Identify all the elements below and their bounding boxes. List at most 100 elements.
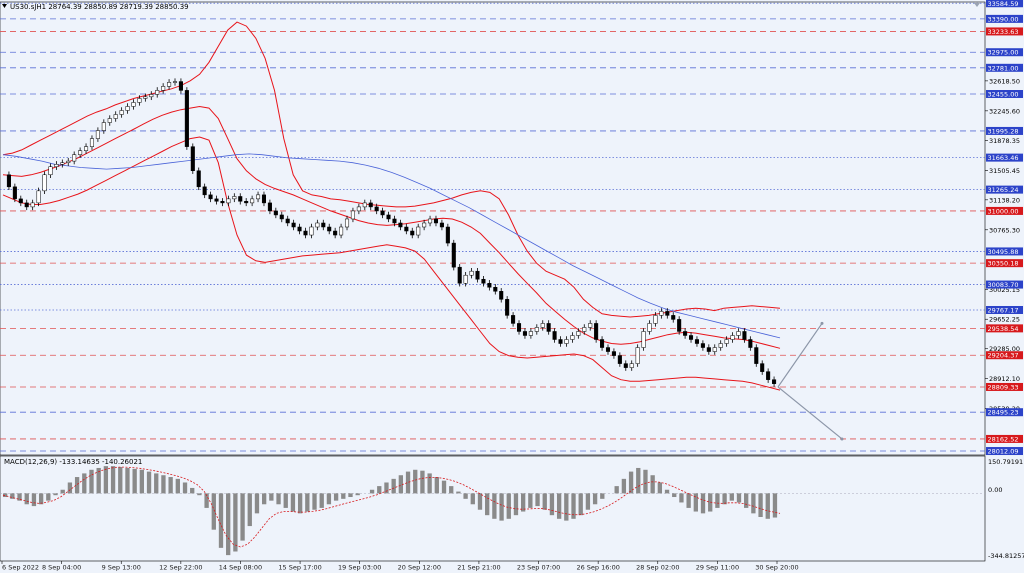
macd-bar-64 — [463, 493, 468, 499]
macd-bar-3 — [24, 493, 29, 505]
candle-body-5 — [30, 202, 35, 208]
macd-bar-58 — [420, 470, 425, 494]
price-tick-2: 31878.35 — [989, 137, 1020, 145]
candle-body-41 — [244, 201, 249, 204]
candle-body-16 — [95, 130, 100, 139]
macd-bar-53 — [384, 482, 389, 494]
macd-bar-41 — [297, 493, 303, 514]
candle-body-44 — [261, 194, 267, 204]
x-tick-11: 28 Sep 02:00 — [636, 564, 679, 572]
projection-arrow-head-1 — [840, 437, 844, 441]
level-tag-label-13: 29767.17 — [988, 306, 1019, 314]
candle-body-51 — [303, 230, 308, 236]
candle-body-90 — [534, 327, 539, 332]
candle-body-24 — [143, 96, 148, 99]
macd-bar-61 — [441, 480, 447, 494]
x-tick-6: 19 Sep 03:00 — [338, 564, 381, 572]
candle-body-11 — [66, 160, 71, 163]
candle-body-35 — [208, 194, 213, 200]
candle-body-123 — [730, 335, 735, 340]
macd-bar-9 — [67, 482, 73, 494]
candle-body-57 — [339, 226, 344, 236]
candle-body-73 — [433, 218, 439, 224]
candle-body-101 — [600, 339, 605, 348]
x-tick-8: 21 Sep 21:00 — [457, 564, 500, 572]
macd-bar-22 — [161, 475, 166, 494]
macd-bar-7 — [53, 493, 58, 496]
candle-body-98 — [582, 327, 587, 332]
macd-top-tick: 150.79191 — [988, 458, 1023, 466]
candle-body-86 — [511, 315, 516, 324]
level-tag-label-5: 32455.00 — [988, 91, 1019, 99]
candle-body-97 — [576, 331, 581, 336]
level-tag-label-17: 28495.23 — [988, 409, 1019, 417]
candle-body-15 — [89, 138, 94, 147]
candle-body-103 — [611, 351, 616, 356]
level-tag-label-4: 32781.00 — [988, 64, 1019, 72]
macd-bar-40 — [290, 493, 296, 512]
x-tick-9: 23 Sep 07:00 — [517, 564, 560, 572]
macd-bar-35 — [254, 493, 260, 514]
macd-bar-75 — [542, 493, 547, 510]
macd-bar-19 — [139, 469, 145, 494]
macd-bar-56 — [405, 471, 411, 494]
chart-svg[interactable]: 32618.50 32245.60 31878.35 31505.45 31138.20… — [0, 0, 1024, 573]
candle-body-45 — [267, 202, 272, 212]
candle-body-87 — [516, 323, 522, 332]
level-tag-label-16: 28809.33 — [988, 383, 1019, 391]
macd-bar-71 — [513, 493, 519, 516]
macd-bar-48 — [348, 493, 353, 498]
candle-body-89 — [528, 331, 533, 336]
candle-body-33 — [196, 170, 201, 188]
candle-body-126 — [748, 339, 753, 348]
level-tag-label-19: 28012.09 — [988, 448, 1019, 456]
candle-body-17 — [101, 122, 106, 131]
chart-area[interactable]: 32618.50 32245.60 31878.35 31505.45 31138.20… — [0, 0, 1024, 573]
macd-bar-20 — [146, 471, 152, 494]
candle-body-92 — [546, 323, 551, 332]
candle-body-34 — [202, 186, 207, 196]
candle-body-30 — [178, 81, 183, 91]
macd-bar-70 — [506, 493, 511, 519]
macd-bar-34 — [247, 493, 252, 527]
candle-body-47 — [279, 214, 284, 220]
candle-body-130 — [772, 379, 777, 384]
candle-body-117 — [694, 339, 699, 344]
candle-body-3 — [18, 198, 23, 204]
macd-label: MACD(12,26,9) -133.14635 -140.26021 — [4, 458, 142, 466]
candle-body-94 — [558, 339, 563, 344]
macd-bar-65 — [470, 493, 475, 505]
candle-body-56 — [333, 230, 338, 236]
macd-bar-8 — [60, 489, 65, 494]
candle-body-71 — [422, 222, 427, 228]
macd-bar-62 — [449, 486, 454, 494]
macd-bar-63 — [456, 491, 461, 494]
macd-bar-16 — [118, 467, 123, 494]
price-tick-7: 29652.25 — [989, 316, 1020, 324]
candle-body-84 — [499, 291, 504, 300]
candle-body-59 — [350, 210, 355, 220]
level-tag-label-6: 31995.28 — [988, 127, 1019, 135]
level-tag-label-9: 31000.00 — [988, 207, 1019, 215]
macd-bar-26 — [190, 487, 195, 494]
candle-body-37 — [220, 201, 225, 204]
candle-body-54 — [321, 222, 326, 228]
candle-body-61 — [362, 202, 367, 208]
macd-bar-60 — [434, 477, 439, 494]
macd-bar-101 — [729, 493, 734, 501]
macd-bar-54 — [391, 478, 396, 494]
macd-bar-37 — [269, 493, 274, 501]
candle-body-14 — [84, 146, 89, 151]
level-tag-label-7: 31663.46 — [988, 154, 1019, 162]
candle-body-129 — [766, 371, 771, 380]
macd-bar-66 — [477, 493, 483, 510]
candle-body-53 — [315, 222, 320, 228]
macd-bar-59 — [427, 473, 432, 494]
candle-body-100 — [594, 323, 599, 340]
candle-body-119 — [706, 347, 711, 352]
candle-body-7 — [42, 174, 47, 192]
macd-bar-5 — [38, 493, 44, 505]
macd-bar-42 — [305, 493, 310, 512]
candle-body-10 — [60, 162, 65, 165]
candle-body-79 — [469, 270, 474, 276]
